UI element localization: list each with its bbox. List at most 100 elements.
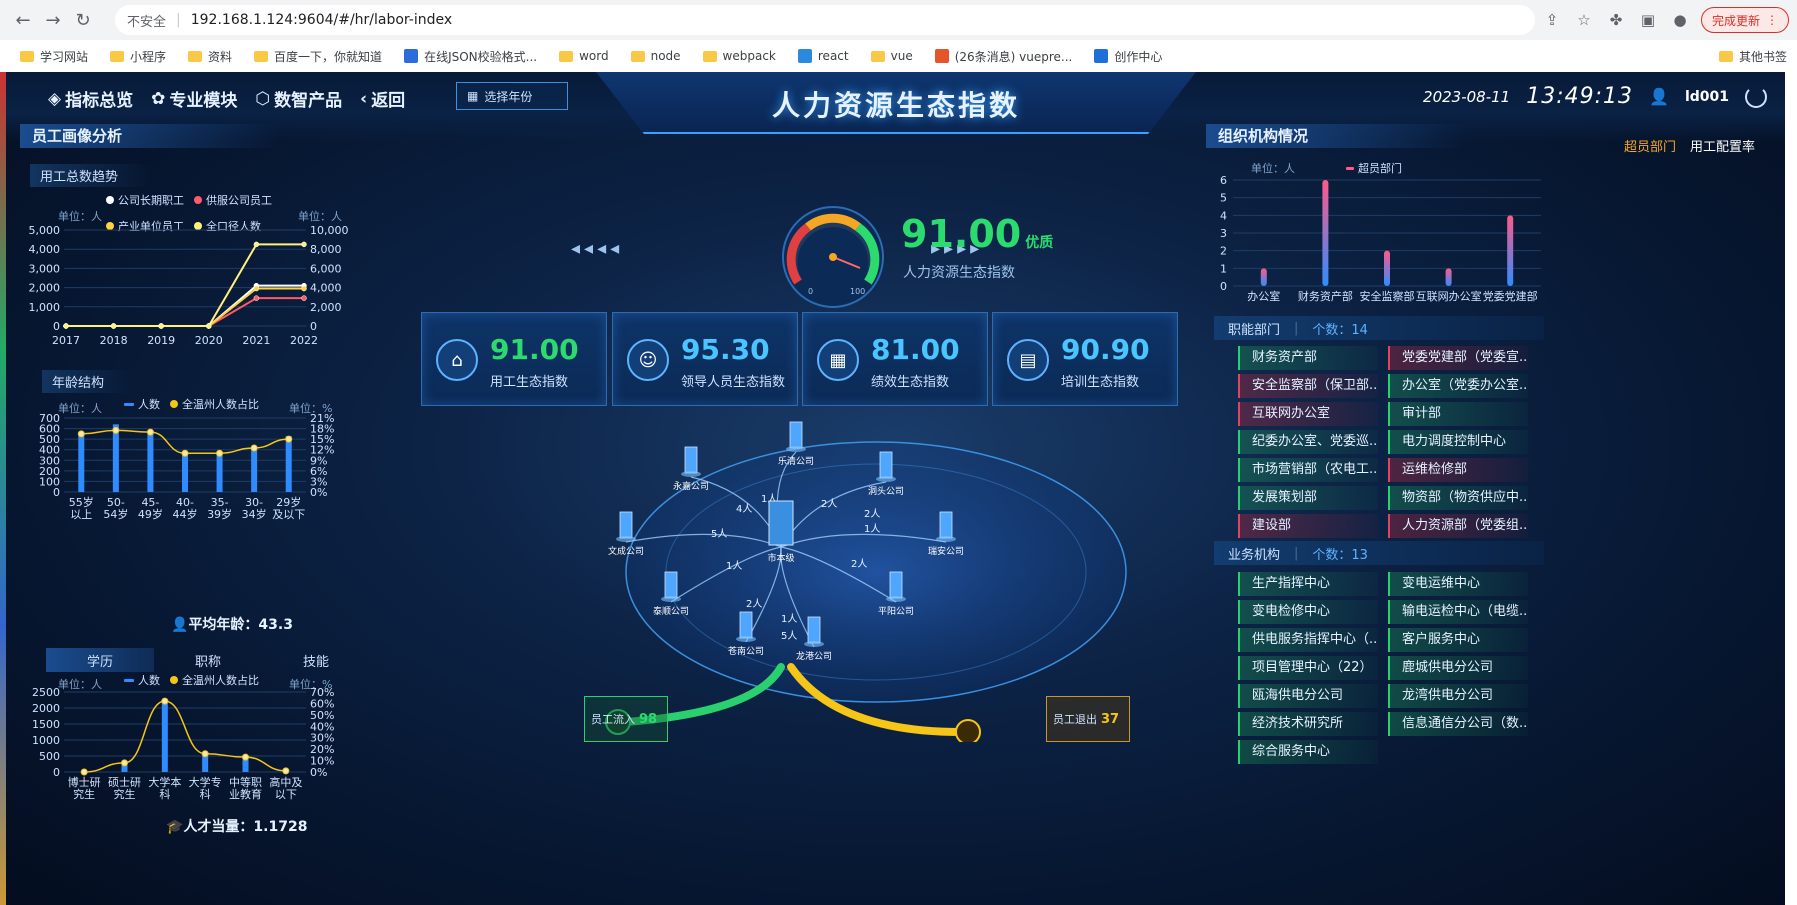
index-card-value: 91.00 <box>490 333 579 366</box>
share-icon[interactable]: ⇪ <box>1541 9 1563 31</box>
other-bookmarks[interactable]: 其他书签 <box>1718 48 1787 65</box>
trend-point <box>110 323 117 329</box>
bookmark-item[interactable]: word <box>559 49 609 63</box>
tab-education[interactable]: 学历 <box>46 648 154 672</box>
forward-icon[interactable]: → <box>38 5 68 35</box>
company-label: 泰顺公司 <box>653 605 689 617</box>
org-tabs: 超员部门 用工配置率 <box>1624 136 1755 155</box>
tab-staffing-rate[interactable]: 用工配置率 <box>1690 136 1755 155</box>
org-item[interactable]: 运维检修部 <box>1388 458 1528 482</box>
bookmark-label: webpack <box>722 49 776 63</box>
org-item[interactable]: 纪委办公室、党委巡... <box>1238 430 1378 454</box>
index-card[interactable]: ▤ 90.90 培训生态指数 <box>992 312 1178 406</box>
org-item[interactable]: 电力调度控制中心 <box>1388 430 1528 454</box>
flow-count: 4人 <box>736 503 752 515</box>
bookmark-label: react <box>817 49 849 63</box>
org-item[interactable]: 项目管理中心（22） <box>1238 656 1378 680</box>
org-item[interactable]: 人力资源部（党委组... <box>1388 514 1528 538</box>
org-legend-swatch <box>1346 166 1354 170</box>
bookmark-item[interactable]: (26条消息) vuepre... <box>934 48 1072 65</box>
bookmark-item[interactable]: 小程序 <box>110 48 166 65</box>
org-item[interactable]: 市场营销部（农电工... <box>1238 458 1378 482</box>
org-item[interactable]: 互联网办公室 <box>1238 402 1378 426</box>
profile-icon[interactable]: ● <box>1669 9 1691 31</box>
tab-title[interactable]: 职称 <box>154 648 262 672</box>
bookmark-item[interactable]: 资料 <box>188 48 232 65</box>
org-item[interactable]: 信息通信分公司（数... <box>1388 712 1528 736</box>
index-card[interactable]: ▦ 81.00 绩效生态指数 <box>802 312 988 406</box>
company-building-icon[interactable] <box>879 451 893 479</box>
bookmark-item[interactable]: webpack <box>702 49 776 63</box>
address-bar[interactable]: 不安全 | 192.168.1.124:9604/#/hr/labor-inde… <box>115 5 1535 35</box>
org-item[interactable]: 物资部（物资供应中... <box>1388 486 1528 510</box>
company-building-icon[interactable] <box>807 616 821 644</box>
bookmark-item[interactable]: 创作中心 <box>1094 48 1162 65</box>
company-building-icon[interactable] <box>684 446 698 474</box>
org-item[interactable]: 输电运检中心（电缆... <box>1388 600 1528 624</box>
bookmark-item[interactable]: 学习网站 <box>20 48 88 65</box>
org-item[interactable]: 办公室（党委办公室... <box>1388 374 1528 398</box>
bar <box>78 432 85 492</box>
address-separator: | <box>176 12 181 28</box>
nav-products[interactable]: ⬡ 数智产品 <box>255 86 342 112</box>
x-tick-line: 高中及 <box>269 775 302 789</box>
org-item[interactable]: 审计部 <box>1388 402 1528 426</box>
bookmark-item[interactable]: node <box>630 49 681 63</box>
org-item[interactable]: 供电服务指挥中心（... <box>1238 628 1378 652</box>
update-button[interactable]: 完成更新 ⋮ <box>1700 7 1789 33</box>
nav-overview[interactable]: ◈ 指标总览 <box>48 86 133 112</box>
company-building-icon[interactable] <box>789 421 803 449</box>
y-tick: 6 <box>1220 174 1227 187</box>
tab-skill[interactable]: 技能 <box>262 648 370 672</box>
org-item[interactable]: 龙湾供电分公司 <box>1388 684 1528 708</box>
functional-label: 职能部门 <box>1228 322 1281 338</box>
hub-building-icon[interactable] <box>768 500 794 546</box>
org-item[interactable]: 财务资产部 <box>1238 346 1378 370</box>
trend-title: 用工总数趋势 <box>30 164 150 187</box>
y-tick-left: 0 <box>53 320 60 333</box>
nav-modules[interactable]: ✿ 专业模块 <box>151 86 237 112</box>
org-item[interactable]: 经济技术研究所 <box>1238 712 1378 736</box>
company-building-icon[interactable] <box>889 571 903 599</box>
ratio-point <box>121 759 128 767</box>
reload-icon[interactable]: ↻ <box>68 5 98 35</box>
org-item[interactable]: 综合服务中心 <box>1238 740 1378 764</box>
back-icon[interactable]: ← <box>8 5 38 35</box>
org-item[interactable]: 生产指挥中心 <box>1238 572 1378 596</box>
power-icon[interactable] <box>1745 85 1767 108</box>
org-item[interactable]: 变电运维中心 <box>1388 572 1528 596</box>
org-item[interactable]: 发展策划部 <box>1238 486 1378 510</box>
bookmark-item[interactable]: 在线JSON校验格式... <box>404 48 537 65</box>
bookmark-item[interactable]: vue <box>870 49 913 63</box>
inflow-label: 员工流入 <box>591 713 635 726</box>
prev-arrows-icon[interactable]: ◂◂◂◂ <box>571 238 623 259</box>
org-item[interactable]: 瓯海供电分公司 <box>1238 684 1378 708</box>
bookmark-item[interactable]: 百度一下，你就知道 <box>254 48 382 65</box>
company-building-icon[interactable] <box>619 511 633 539</box>
company-building-icon[interactable] <box>739 611 753 639</box>
sidepanel-icon[interactable]: ▣ <box>1637 9 1659 31</box>
org-item[interactable]: 鹿城供电分公司 <box>1388 656 1528 680</box>
bookmark-item[interactable]: react <box>797 49 849 63</box>
org-item[interactable]: 客户服务中心 <box>1388 628 1528 652</box>
tab-overstaffed[interactable]: 超员部门 <box>1624 136 1676 155</box>
org-item[interactable]: 安全监察部（保卫部... <box>1238 374 1378 398</box>
org-item[interactable]: 党委党建部（党委宣... <box>1388 346 1528 370</box>
x-tick-line: 业教育 <box>229 787 262 801</box>
back-button[interactable]: ‹ 返回 <box>360 86 405 112</box>
functional-header: 职能部门 | 个数：14 <box>1214 316 1544 340</box>
company-building-icon[interactable] <box>664 571 678 599</box>
person-icon: ☺ <box>627 339 669 381</box>
index-card[interactable]: ☺ 95.30 领导人员生态指数 <box>612 312 798 406</box>
star-icon[interactable]: ☆ <box>1573 9 1595 31</box>
year-select[interactable]: ▦ 选择年份 <box>456 82 568 110</box>
org-item[interactable]: 变电检修中心 <box>1238 600 1378 624</box>
extensions-icon[interactable]: ✤ <box>1605 9 1627 31</box>
index-card[interactable]: ⌂ 91.00 用工生态指数 <box>421 312 607 406</box>
legend-swatch <box>124 678 134 682</box>
y-tick: 0 <box>1220 280 1227 293</box>
company-building-icon[interactable] <box>939 511 953 539</box>
y-tick: 5 <box>1220 192 1227 205</box>
gauge-max: 100 <box>850 287 865 296</box>
org-item[interactable]: 建设部 <box>1238 514 1378 538</box>
